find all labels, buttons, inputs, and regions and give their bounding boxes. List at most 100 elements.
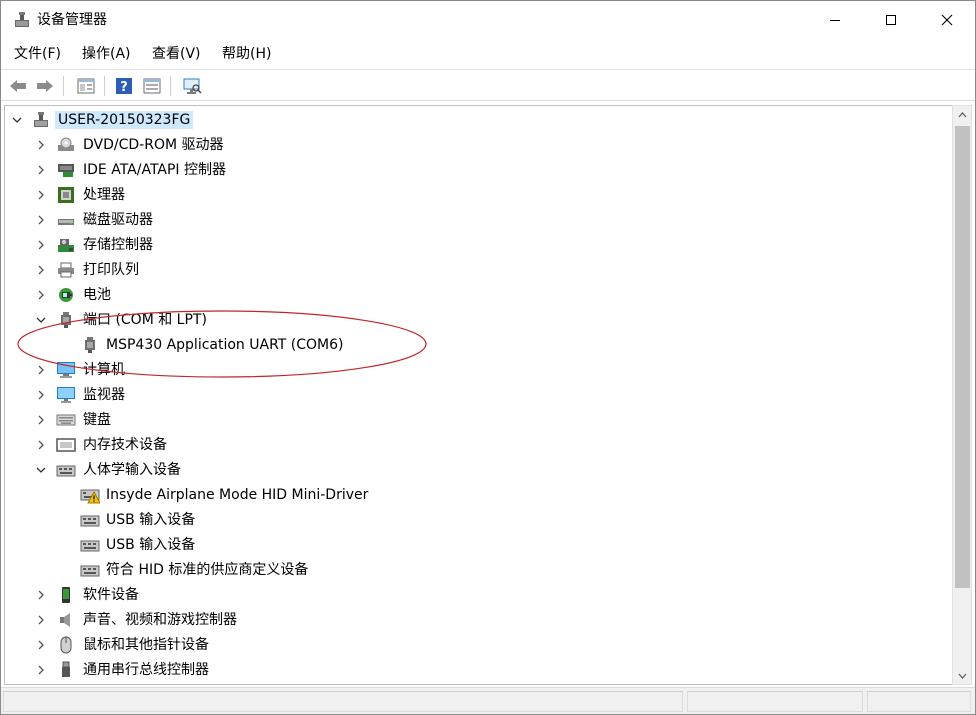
tree-item[interactable]: 监视器 [5, 383, 952, 408]
tree-item[interactable]: DVD/CD-ROM 驱动器 [5, 133, 952, 158]
tree-child-item[interactable]: USB 输入设备 [5, 533, 952, 558]
tree-item[interactable]: 软件设备 [5, 583, 952, 608]
chevron-down-icon[interactable] [34, 462, 48, 478]
tree-child-item[interactable]: Insyde Airplane Mode HID Mini-Driver [5, 483, 952, 508]
window-title: 设备管理器 [37, 12, 107, 28]
port-icon [80, 336, 100, 354]
device-manager-window: 设备管理器 文件(F) 操作(A) 查看(V) 帮助(H) ? USER-201… [0, 0, 976, 715]
scrollbar-thumb[interactable] [955, 126, 970, 588]
tree-item[interactable]: 磁盘驱动器 [5, 208, 952, 233]
chevron-right-icon[interactable] [34, 362, 48, 378]
close-button[interactable] [919, 1, 975, 39]
tree-item[interactable]: 电池 [5, 283, 952, 308]
chevron-right-icon[interactable] [34, 437, 48, 453]
storage-controller-icon [56, 236, 76, 254]
chevron-up-icon [958, 111, 966, 117]
chevron-right-icon[interactable] [34, 412, 48, 428]
disk-drive-icon [56, 211, 76, 229]
help-icon: ? [116, 78, 132, 95]
device-tree: USER-20150323FG DVD/CD-ROM 驱动器 IDE ATA/A… [4, 105, 952, 685]
toolbar-separator [63, 76, 64, 96]
maximize-icon [886, 15, 896, 25]
tree-root[interactable]: USER-20150323FG [5, 108, 952, 133]
tree-item[interactable]: 存储控制器 [5, 233, 952, 258]
tree-child-item[interactable]: 符合 HID 标准的供应商定义设备 [5, 558, 952, 583]
properties-icon [143, 78, 161, 94]
tree-item[interactable]: 内存技术设备 [5, 433, 952, 458]
tree-item[interactable]: 打印队列 [5, 258, 952, 283]
computer-host-icon [31, 111, 51, 129]
tree-root-label: USER-20150323FG [55, 111, 194, 129]
tree-child-item[interactable]: USB 输入设备 [5, 508, 952, 533]
properties-button[interactable] [141, 75, 163, 97]
show-hide-console-tree-button[interactable] [75, 75, 97, 97]
menu-view[interactable]: 查看(V) [152, 45, 201, 63]
chevron-right-icon[interactable] [34, 637, 48, 653]
status-bar [1, 687, 975, 714]
menu-action[interactable]: 操作(A) [82, 45, 131, 63]
tree-item[interactable]: 声音、视频和游戏控制器 [5, 608, 952, 633]
chevron-right-icon[interactable] [34, 612, 48, 628]
tree-item[interactable]: 人体学输入设备 [5, 458, 952, 483]
processor-icon [56, 186, 76, 204]
tree-child-item[interactable]: MSP430 Application UART (COM6) [5, 333, 952, 358]
menu-help[interactable]: 帮助(H) [222, 45, 271, 63]
tree-item[interactable]: IDE ATA/ATAPI 控制器 [5, 158, 952, 183]
speaker-icon [56, 611, 76, 629]
usb-icon [56, 661, 76, 679]
chevron-right-icon[interactable] [34, 162, 48, 178]
minimize-icon [830, 20, 840, 21]
port-icon [56, 311, 76, 329]
memory-device-icon [56, 436, 76, 454]
ide-controller-icon [56, 161, 76, 179]
chevron-down-icon[interactable] [34, 312, 48, 328]
scan-monitor-icon [183, 78, 202, 94]
mouse-icon [56, 636, 76, 654]
chevron-right-icon[interactable] [34, 587, 48, 603]
chevron-down-icon [958, 673, 966, 679]
console-tree-icon [77, 78, 95, 94]
status-bar-panel [687, 691, 863, 712]
menu-bar: 文件(F) 操作(A) 查看(V) 帮助(H) [1, 41, 975, 67]
help-button[interactable]: ? [113, 75, 135, 97]
back-arrow-icon [10, 80, 26, 92]
battery-icon [56, 286, 76, 304]
tree-item[interactable]: 键盘 [5, 408, 952, 433]
back-button[interactable] [7, 75, 29, 97]
title-bar[interactable]: 设备管理器 [1, 1, 975, 39]
maximize-button[interactable] [863, 1, 919, 39]
scroll-up-button[interactable] [953, 106, 971, 123]
scan-hardware-button[interactable] [181, 75, 203, 97]
status-bar-panel [867, 691, 971, 712]
chevron-down-icon[interactable] [10, 112, 24, 128]
menu-file[interactable]: 文件(F) [14, 45, 61, 63]
chevron-right-icon[interactable] [34, 237, 48, 253]
minimize-button[interactable] [807, 1, 863, 39]
chevron-right-icon[interactable] [34, 187, 48, 203]
chevron-right-icon[interactable] [34, 212, 48, 228]
chevron-right-icon[interactable] [34, 662, 48, 678]
tree-item[interactable]: 端口 (COM 和 LPT) [5, 308, 952, 333]
tree-item[interactable]: 计算机 [5, 358, 952, 383]
toolbar: ? [1, 69, 975, 101]
tree-item[interactable]: 通用串行总线控制器 [5, 658, 952, 683]
vertical-scrollbar[interactable] [952, 105, 972, 685]
tree-item[interactable]: 鼠标和其他指针设备 [5, 633, 952, 658]
scroll-down-button[interactable] [953, 667, 971, 684]
hid-warning-icon [80, 486, 100, 504]
monitor-icon [56, 386, 76, 404]
chevron-right-icon[interactable] [34, 262, 48, 278]
toolbar-separator [170, 76, 171, 96]
chevron-right-icon[interactable] [34, 137, 48, 153]
status-bar-panel [3, 691, 683, 712]
hid-icon [80, 511, 100, 529]
tree-item[interactable]: 处理器 [5, 183, 952, 208]
software-device-icon [56, 586, 76, 604]
forward-arrow-icon [37, 80, 53, 92]
hid-icon [80, 561, 100, 579]
close-icon [941, 14, 953, 26]
chevron-right-icon[interactable] [34, 387, 48, 403]
forward-button[interactable] [34, 75, 56, 97]
chevron-right-icon[interactable] [34, 287, 48, 303]
computer-icon [56, 361, 76, 379]
